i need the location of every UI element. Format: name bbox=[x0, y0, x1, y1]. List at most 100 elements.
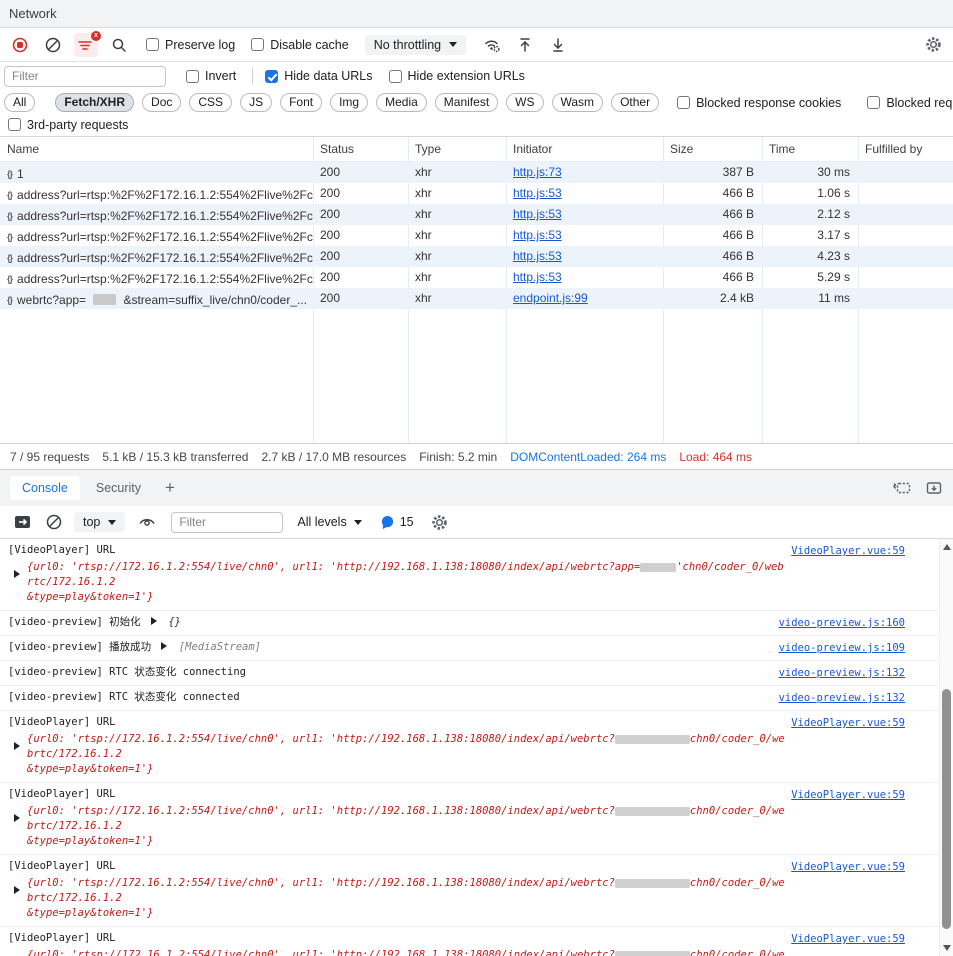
add-tab-button[interactable]: + bbox=[157, 478, 183, 498]
table-row[interactable]: {}webrtc?app=&stream=suffix_live/chn0/co… bbox=[0, 288, 953, 309]
source-link[interactable]: video-preview.js:132 bbox=[779, 666, 905, 681]
collapse-drawer-icon[interactable] bbox=[925, 480, 943, 496]
tab-console[interactable]: Console bbox=[10, 476, 80, 500]
preserve-log-checkbox[interactable]: Preserve log bbox=[146, 38, 235, 52]
console-filter-input[interactable] bbox=[171, 512, 283, 533]
hide-extension-urls-checkbox[interactable]: Hide extension URLs bbox=[389, 69, 525, 83]
checkbox-box[interactable] bbox=[8, 118, 21, 131]
record-button[interactable] bbox=[8, 33, 32, 57]
throttling-select[interactable]: No throttling bbox=[365, 35, 466, 55]
checkbox-box[interactable] bbox=[251, 38, 264, 51]
initiator-link[interactable]: http.js:53 bbox=[513, 186, 562, 200]
console-scrollbar[interactable] bbox=[939, 539, 953, 956]
chip-img[interactable]: Img bbox=[330, 93, 368, 112]
chip-wasm[interactable]: Wasm bbox=[552, 93, 604, 112]
network-filter-input[interactable] bbox=[4, 66, 166, 87]
clear-console-button[interactable] bbox=[42, 510, 66, 534]
log-levels-select[interactable]: All levels bbox=[297, 515, 361, 529]
column-header-time[interactable]: Time bbox=[762, 137, 858, 161]
column-header-name[interactable]: Name bbox=[0, 137, 313, 161]
hide-extension-urls-label: Hide extension URLs bbox=[408, 69, 525, 83]
source-link[interactable]: video-preview.js:132 bbox=[779, 691, 905, 706]
source-link[interactable]: VideoPlayer.vue:59 bbox=[791, 860, 905, 875]
initiator-link[interactable]: http.js:53 bbox=[513, 249, 562, 263]
request-size: 466 B bbox=[663, 225, 762, 246]
execution-context-select[interactable]: top bbox=[74, 512, 125, 532]
disable-cache-checkbox[interactable]: Disable cache bbox=[251, 38, 349, 52]
clear-network-log-button[interactable] bbox=[41, 33, 65, 57]
invert-checkbox[interactable]: Invert bbox=[186, 69, 236, 83]
column-header-type[interactable]: Type bbox=[408, 137, 506, 161]
initiator-link[interactable]: http.js:53 bbox=[513, 270, 562, 284]
console-settings-button[interactable] bbox=[428, 510, 452, 534]
chip-js[interactable]: JS bbox=[240, 93, 272, 112]
hide-data-urls-checkbox[interactable]: Hide data URLs bbox=[265, 69, 372, 83]
scrollbar-thumb[interactable] bbox=[942, 689, 951, 929]
table-row[interactable]: {}address?url=rtsp:%2F%2F172.16.1.2:554%… bbox=[0, 183, 953, 204]
table-row[interactable]: {}address?url=rtsp:%2F%2F172.16.1.2:554%… bbox=[0, 225, 953, 246]
resource-type-chips: All Fetch/XHR Doc CSS JS Font Img Media … bbox=[0, 90, 953, 115]
console-messages: [VideoPlayer] URL VideoPlayer.vue:59 {ur… bbox=[0, 539, 939, 956]
source-link[interactable]: video-preview.js:109 bbox=[779, 641, 905, 656]
third-party-requests-checkbox[interactable]: 3rd-party requests bbox=[8, 118, 128, 132]
blocked-requests-checkbox[interactable]: Blocked requests bbox=[867, 96, 953, 110]
chip-manifest[interactable]: Manifest bbox=[435, 93, 498, 112]
source-link[interactable]: video-preview.js:160 bbox=[779, 616, 905, 631]
checkbox-box[interactable] bbox=[867, 96, 880, 109]
blocked-response-cookies-checkbox[interactable]: Blocked response cookies bbox=[677, 96, 841, 110]
checkbox-box-checked[interactable] bbox=[265, 70, 278, 83]
filter-toggle-button[interactable]: x bbox=[74, 33, 98, 57]
table-row[interactable]: {}address?url=rtsp:%2F%2F172.16.1.2:554%… bbox=[0, 204, 953, 225]
initiator-link[interactable]: http.js:53 bbox=[513, 228, 562, 242]
table-row[interactable]: {}1 200 xhr http.js:73 387 B 30 ms bbox=[0, 162, 953, 183]
chip-all[interactable]: All bbox=[4, 93, 35, 112]
redacted-blur bbox=[93, 294, 116, 305]
initiator-link[interactable]: http.js:73 bbox=[513, 165, 562, 179]
checkbox-box[interactable] bbox=[146, 38, 159, 51]
network-settings-button[interactable] bbox=[921, 33, 945, 57]
chip-ws[interactable]: WS bbox=[506, 93, 543, 112]
expand-triangle-icon[interactable] bbox=[151, 617, 157, 625]
column-header-fulfilled-by[interactable]: Fulfilled by bbox=[858, 137, 953, 161]
chip-fetch-xhr[interactable]: Fetch/XHR bbox=[55, 93, 134, 112]
chip-font[interactable]: Font bbox=[280, 93, 322, 112]
column-header-initiator[interactable]: Initiator bbox=[506, 137, 663, 161]
expand-triangle-icon[interactable] bbox=[14, 814, 20, 822]
search-button[interactable] bbox=[107, 33, 131, 57]
initiator-link[interactable]: http.js:53 bbox=[513, 207, 562, 221]
column-header-size[interactable]: Size bbox=[663, 137, 762, 161]
expand-triangle-icon[interactable] bbox=[14, 742, 20, 750]
initiator-link[interactable]: endpoint.js:99 bbox=[513, 291, 588, 305]
expand-triangle-icon[interactable] bbox=[14, 570, 20, 578]
expand-triangle-icon[interactable] bbox=[14, 886, 20, 894]
expand-triangle-icon[interactable] bbox=[161, 642, 167, 650]
tab-security[interactable]: Security bbox=[84, 476, 153, 500]
checkbox-box[interactable] bbox=[186, 70, 199, 83]
message-label: [video-preview] RTC 状态变化 connecting bbox=[8, 666, 246, 678]
live-expression-button[interactable] bbox=[135, 510, 159, 534]
scroll-up-arrow[interactable] bbox=[943, 544, 951, 550]
xhr-doc-icon: {} bbox=[7, 253, 12, 263]
column-header-status[interactable]: Status bbox=[313, 137, 408, 161]
table-row[interactable]: {}address?url=rtsp:%2F%2F172.16.1.2:554%… bbox=[0, 267, 953, 288]
table-row[interactable]: {}address?url=rtsp:%2F%2F172.16.1.2:554%… bbox=[0, 246, 953, 267]
chip-css[interactable]: CSS bbox=[189, 93, 232, 112]
dock-drawer-icon[interactable] bbox=[892, 480, 911, 496]
source-link[interactable]: VideoPlayer.vue:59 bbox=[791, 788, 905, 803]
source-link[interactable]: VideoPlayer.vue:59 bbox=[791, 932, 905, 947]
network-conditions-button[interactable] bbox=[480, 33, 504, 57]
checkbox-box[interactable] bbox=[389, 70, 402, 83]
chip-media[interactable]: Media bbox=[376, 93, 427, 112]
import-har-button[interactable] bbox=[513, 33, 537, 57]
divider bbox=[252, 68, 253, 84]
chip-doc[interactable]: Doc bbox=[142, 93, 181, 112]
checkbox-box[interactable] bbox=[677, 96, 690, 109]
object-preview: {url0: 'rtsp://172.16.1.2:554/live/chn0'… bbox=[27, 877, 615, 889]
issues-counter[interactable]: 15 bbox=[380, 515, 414, 530]
source-link[interactable]: VideoPlayer.vue:59 bbox=[791, 716, 905, 731]
chip-other[interactable]: Other bbox=[611, 93, 659, 112]
scroll-down-arrow[interactable] bbox=[943, 945, 951, 951]
source-link[interactable]: VideoPlayer.vue:59 bbox=[791, 544, 905, 559]
console-sidebar-button[interactable] bbox=[10, 510, 34, 534]
export-har-button[interactable] bbox=[546, 33, 570, 57]
